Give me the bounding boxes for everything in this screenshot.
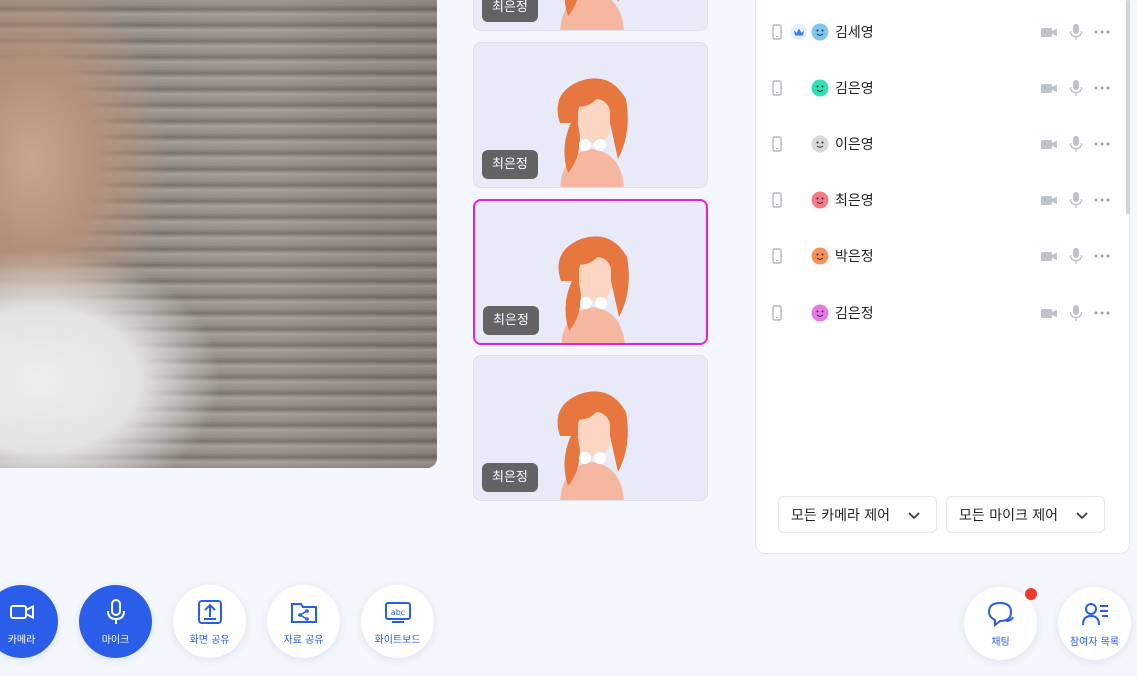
participant-thumbnail[interactable]: 최은정 [473, 355, 708, 501]
more-options-icon[interactable] [1093, 79, 1111, 97]
chevron-down-icon [1076, 512, 1088, 520]
participant-name: 최은정 [482, 0, 538, 22]
more-options-icon[interactable] [1093, 247, 1111, 265]
participant-list-button[interactable]: 참여자 목록 [1058, 587, 1131, 660]
chevron-down-icon [908, 512, 920, 520]
dropdown-label: 모든 마이크 제어 [959, 507, 1059, 524]
participant-row[interactable]: 김은정 [765, 298, 1115, 328]
mobile-icon [772, 136, 782, 152]
face-icon [811, 304, 829, 322]
participant-name: 최은정 [483, 306, 539, 335]
file-share-button[interactable]: 자료 공유 [267, 585, 340, 658]
participant-row[interactable]: 김은영 [765, 73, 1115, 103]
screen-share-button[interactable]: 화면 공유 [173, 585, 246, 658]
tool-label: 채팅 [991, 637, 1010, 648]
whiteboard-button[interactable]: abc 화이트보드 [361, 585, 434, 658]
more-options-icon[interactable] [1093, 23, 1111, 41]
camera-toggle-button[interactable]: 카메라 [0, 585, 58, 658]
camera-icon [9, 604, 34, 620]
chat-notification-badge [1025, 588, 1037, 600]
camera-icon[interactable] [1039, 22, 1059, 42]
tool-label: 마이크 [101, 635, 130, 646]
mobile-icon [772, 80, 782, 96]
face-icon [811, 247, 829, 265]
participant-name: 김은영 [835, 81, 874, 97]
tool-label: 화면 공유 [189, 635, 230, 646]
more-options-icon[interactable] [1093, 191, 1111, 209]
tool-label: 자료 공유 [283, 635, 324, 646]
tool-label: 카메라 [7, 635, 36, 646]
svg-text:abc: abc [390, 608, 404, 617]
mobile-icon [772, 305, 782, 321]
participant-name: 최은영 [835, 193, 874, 209]
camera-icon[interactable] [1039, 134, 1059, 154]
mic-toggle-button[interactable]: 마이크 [79, 585, 152, 658]
face-icon [811, 23, 829, 41]
face-icon [811, 191, 829, 209]
mic-icon[interactable] [1068, 304, 1084, 322]
mic-icon[interactable] [1068, 135, 1084, 153]
avatar [557, 391, 628, 500]
camera-icon[interactable] [1039, 246, 1059, 266]
participant-row[interactable]: 박은정 [765, 241, 1115, 271]
avatar [560, 0, 624, 30]
panel-scrollbar[interactable] [1126, 0, 1130, 214]
more-options-icon[interactable] [1093, 135, 1111, 153]
participant-list-icon [1081, 603, 1108, 626]
upload-screen-icon [197, 600, 222, 624]
participant-thumbnail[interactable]: 최은정 [473, 0, 708, 31]
mobile-icon [772, 248, 782, 264]
shared-folder-icon [290, 603, 317, 623]
mic-icon [106, 599, 125, 624]
tool-label: 화이트보드 [374, 635, 421, 646]
participant-name: 김세영 [835, 25, 874, 41]
dropdown-label: 모든 카메라 제어 [791, 507, 891, 524]
participant-row[interactable]: 이은영 [765, 129, 1115, 159]
participant-name: 이은영 [835, 137, 874, 153]
face-icon [811, 135, 829, 153]
mic-icon[interactable] [1068, 247, 1084, 265]
mobile-icon [772, 192, 782, 208]
all-mic-control-dropdown[interactable]: 모든 마이크 제어 [946, 496, 1105, 533]
avatar [557, 78, 628, 187]
more-options-icon[interactable] [1093, 304, 1111, 322]
camera-icon[interactable] [1039, 303, 1059, 323]
chat-bubble-icon [987, 601, 1014, 628]
camera-icon[interactable] [1039, 78, 1059, 98]
host-crown-icon [791, 24, 807, 40]
avatar [558, 236, 629, 343]
mic-icon[interactable] [1068, 79, 1084, 97]
camera-icon[interactable] [1039, 190, 1059, 210]
participant-thumbnail[interactable]: 최은정 [473, 42, 708, 188]
tool-label: 참여자 목록 [1069, 637, 1120, 648]
participant-name: 최은정 [482, 463, 538, 492]
participant-row[interactable]: 최은영 [765, 185, 1115, 215]
participant-name: 박은정 [835, 249, 874, 265]
mic-icon[interactable] [1068, 191, 1084, 209]
main-video [0, 0, 437, 468]
mic-icon[interactable] [1068, 23, 1084, 41]
participant-name: 김은정 [835, 306, 874, 322]
participant-name: 최은정 [482, 150, 538, 179]
face-icon [811, 79, 829, 97]
whiteboard-icon: abc [384, 602, 411, 623]
participant-row[interactable]: 김세영 [765, 17, 1115, 47]
all-camera-control-dropdown[interactable]: 모든 카메라 제어 [778, 496, 937, 533]
participant-thumbnail-active[interactable]: 최은정 [473, 199, 708, 345]
mobile-icon [772, 24, 782, 40]
